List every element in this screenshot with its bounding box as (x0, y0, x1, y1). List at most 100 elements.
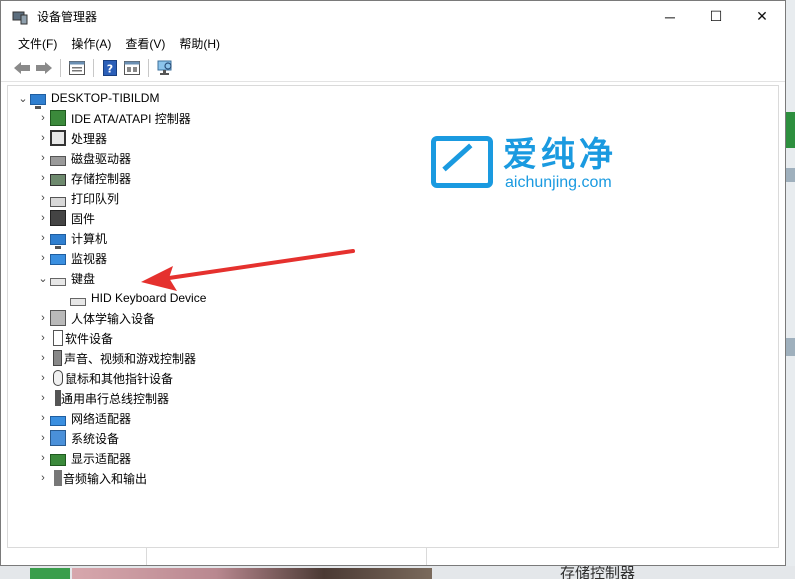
network-adapter-icon (50, 416, 66, 426)
tree-category[interactable]: › 网络适配器 (8, 408, 778, 428)
collapse-chevron-icon[interactable]: ⌄ (36, 268, 50, 288)
tree-root[interactable]: ⌄ DESKTOP-TIBILDM (8, 88, 778, 109)
expand-chevron-icon[interactable]: › (36, 168, 50, 188)
tree-root-label: DESKTOP-TIBILDM (51, 91, 160, 105)
tree-category-label: 打印队列 (71, 191, 120, 206)
expand-chevron-icon[interactable]: › (36, 408, 50, 428)
tree-category-label: 显示适配器 (71, 451, 132, 466)
tree-category[interactable]: › 监视器 (8, 248, 778, 268)
collapse-chevron-icon[interactable]: ⌄ (16, 88, 30, 108)
back-icon[interactable] (11, 57, 33, 79)
close-button[interactable]: ✕ (739, 1, 785, 32)
expand-chevron-icon[interactable]: › (36, 128, 50, 148)
tree-device-label: HID Keyboard Device (91, 291, 207, 305)
expand-chevron-icon[interactable]: › (36, 328, 50, 348)
hid-icon (50, 310, 66, 326)
display-adapter-icon (50, 454, 66, 466)
tree-device-hid-keyboard[interactable]: HID Keyboard Device (8, 288, 778, 308)
tree-category[interactable]: › 声音、视频和游戏控制器 (8, 348, 778, 368)
expand-chevron-icon[interactable]: › (36, 108, 50, 128)
tree-category-label: 软件设备 (65, 331, 114, 346)
tree-category-label: 系统设备 (71, 431, 120, 446)
maximize-button[interactable]: ☐ (693, 1, 739, 32)
tree-category[interactable]: › 系统设备 (8, 428, 778, 448)
expand-chevron-icon[interactable]: › (36, 348, 50, 368)
tree-category[interactable]: › 打印队列 (8, 188, 778, 208)
expand-chevron-icon[interactable]: › (36, 228, 50, 248)
software-device-icon (53, 330, 63, 346)
tree-category-label: 处理器 (71, 131, 108, 146)
toolbar-separator (60, 58, 61, 77)
tree-category[interactable]: › IDE ATA/ATAPI 控制器 (8, 108, 778, 128)
tree-category-label: 监视器 (71, 251, 108, 266)
tree-category-label: 磁盘驱动器 (71, 151, 132, 166)
tree-category[interactable]: › 处理器 (8, 128, 778, 148)
expand-chevron-icon[interactable]: › (36, 208, 50, 228)
properties-icon[interactable] (66, 57, 88, 79)
tree-category-label: 声音、视频和游戏控制器 (64, 351, 197, 366)
expand-chevron-icon[interactable]: › (36, 248, 50, 268)
expand-chevron-icon[interactable]: › (36, 468, 50, 488)
background-window-text: 存储控制器 (560, 566, 636, 579)
expand-chevron-icon[interactable]: › (36, 148, 50, 168)
status-cell (7, 548, 147, 565)
toolbar-separator (148, 58, 149, 77)
watermark-logo-icon (431, 136, 493, 188)
update-driver-icon[interactable] (121, 57, 143, 79)
expand-chevron-icon[interactable]: › (36, 308, 50, 328)
tree-category-label: 计算机 (71, 231, 108, 246)
expand-chevron-icon[interactable]: › (36, 428, 50, 448)
tree-category[interactable]: › 磁盘驱动器 (8, 148, 778, 168)
expand-chevron-icon[interactable]: › (36, 188, 50, 208)
keyboard-icon (70, 298, 86, 306)
tree-category[interactable]: › 显示适配器 (8, 448, 778, 468)
minimize-button[interactable]: ─ (647, 1, 693, 32)
expand-chevron-icon[interactable]: › (36, 388, 50, 408)
tree-category[interactable]: › 鼠标和其他指针设备 (8, 368, 778, 388)
tree-category[interactable]: › 计算机 (8, 228, 778, 249)
keyboard-icon (50, 278, 66, 286)
ide-controller-icon (50, 110, 66, 126)
tree-category[interactable]: › 人体学输入设备 (8, 308, 778, 328)
menu-view[interactable]: 查看(V) (118, 35, 172, 52)
computer-icon (50, 233, 66, 249)
help-icon[interactable]: ? (99, 57, 121, 79)
tree-category-label: IDE ATA/ATAPI 控制器 (71, 111, 191, 126)
status-cell (147, 548, 427, 565)
watermark: 爱纯净 aichunjing.com (431, 136, 617, 192)
tree-category-label: 鼠标和其他指针设备 (65, 371, 174, 386)
tree-category[interactable]: › 通用串行总线控制器 (8, 388, 778, 408)
menu-help[interactable]: 帮助(H) (172, 35, 227, 52)
print-queue-icon (50, 197, 66, 207)
tree-category[interactable]: › 音频输入和输出 (8, 468, 778, 488)
tree-category[interactable]: › 存储控制器 (8, 168, 778, 188)
tree-category-label: 固件 (71, 211, 96, 226)
tree-category[interactable]: › 固件 (8, 208, 778, 228)
expand-chevron-icon[interactable]: › (36, 368, 50, 388)
scan-hardware-icon[interactable] (154, 57, 176, 79)
toolbar-separator (93, 58, 94, 77)
processor-icon (50, 130, 66, 146)
svg-text:?: ? (107, 62, 113, 75)
desktop-background-right (785, 0, 795, 579)
window-title: 设备管理器 (37, 10, 98, 24)
tree-category-label: 存储控制器 (71, 171, 132, 186)
menu-bar: 文件(F) 操作(A) 查看(V) 帮助(H) (1, 32, 785, 54)
tree-category-keyboard[interactable]: ⌄ 键盘 (8, 268, 778, 288)
monitor-icon (50, 253, 66, 265)
device-manager-window: 设备管理器 ─ ☐ ✕ 文件(F) 操作(A) 查看(V) 帮助(H) ? ⌄ … (0, 0, 786, 566)
menu-file[interactable]: 文件(F) (11, 35, 64, 52)
menu-action[interactable]: 操作(A) (64, 35, 118, 52)
usb-icon (55, 390, 61, 406)
tree-category-label: 音频输入和输出 (63, 471, 148, 486)
tree-category-label: 通用串行总线控制器 (61, 391, 170, 406)
status-bar (7, 547, 779, 565)
watermark-url: aichunjing.com (505, 174, 612, 191)
expand-chevron-icon[interactable]: › (36, 448, 50, 468)
tree-category[interactable]: › 软件设备 (8, 328, 778, 348)
forward-icon[interactable] (33, 57, 55, 79)
toolbar: ? (1, 54, 785, 82)
title-bar[interactable]: 设备管理器 ─ ☐ ✕ (1, 1, 785, 32)
audio-io-icon (54, 470, 62, 486)
audio-icon (53, 350, 62, 366)
